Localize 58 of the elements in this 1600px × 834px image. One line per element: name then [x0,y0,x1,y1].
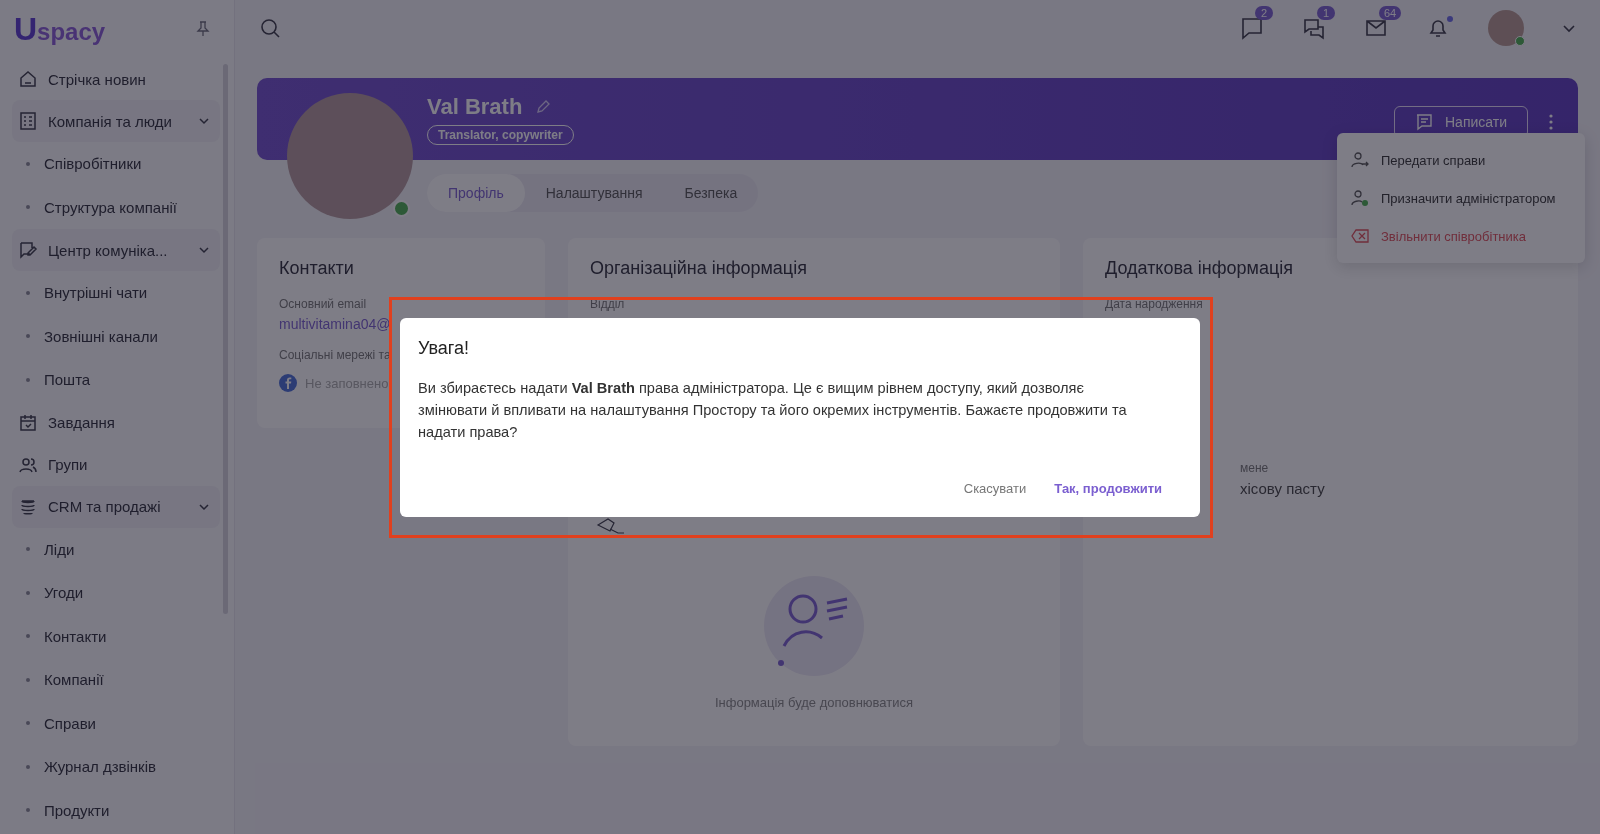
chat-icon[interactable] [1240,16,1264,40]
sidebar-subitem[interactable]: Угоди [12,571,220,615]
sidebar-item[interactable]: Компанія та люди [12,100,220,142]
profile-tab[interactable]: Профіль [427,174,525,212]
sidebar-subitem[interactable]: Структура компанії [12,185,220,229]
chevron-icon[interactable] [198,115,210,127]
menu-item-icon [18,412,38,433]
edit-icon[interactable] [536,100,551,114]
logo[interactable]: Uspacy [14,10,106,48]
menu-item-icon [18,111,38,131]
count-badge: 1 [1317,6,1335,20]
sidebar-item[interactable]: Центр комуніка... [12,229,220,271]
pin-icon[interactable] [196,21,210,37]
profile-tab[interactable]: Налаштування [524,174,664,212]
sidebar-subitem[interactable]: Пошта [12,358,220,402]
dialog-title: Увага! [418,338,470,359]
menu-item[interactable]: Звільнити співробітника [1337,217,1585,255]
sidebar-subitem[interactable]: Зовнішні канали [12,314,220,358]
sidebar-item[interactable]: CRM та продажі [12,485,220,528]
user-check-icon [1351,189,1369,207]
field-label: мене [1240,461,1270,475]
sidebar-item[interactable]: Стрічка новин [12,58,220,100]
card-title: Додаткова інформація [1105,258,1295,279]
profile-tab[interactable]: Безпека [663,174,759,212]
sidebar-subitem[interactable]: Продукти [12,788,220,832]
menu-item-icon [18,240,38,260]
menu-item[interactable]: Призначити адміністратором [1337,179,1585,217]
field-label: Основний email [279,297,368,311]
sidebar-item[interactable]: Групи [12,443,220,486]
profile-name: Val Brath [427,94,523,120]
field-label: Дата народження [1105,297,1204,311]
cancel-button[interactable]: Скасувати [953,473,1037,504]
field-value: хісову пасту [1240,480,1326,497]
sidebar-item[interactable]: Завдання [12,401,220,444]
card-title: Організаційна інформація [590,258,808,279]
user-arrow-icon [1351,151,1369,169]
sidebar-subitem[interactable]: Контакти [12,614,220,658]
menu-item[interactable]: Передати справи [1337,141,1585,179]
sidebar-subitem[interactable]: Компанії [12,658,220,702]
facebook-icon[interactable] [279,374,297,392]
confirm-button[interactable]: Так, продовжити [1044,473,1172,504]
more-icon[interactable] [1548,113,1554,131]
sidebar-subitem[interactable]: Співробітники [12,142,220,186]
sidebar-subitem[interactable]: Внутрішні чати [12,271,220,315]
sidebar-subitem[interactable]: Ліди [12,527,220,571]
chats-icon[interactable] [1302,16,1326,40]
sidebar-subitem[interactable]: Журнал дзвінків [12,745,220,789]
remove-icon [1351,227,1369,245]
message-icon [1415,113,1433,131]
count-badge: 64 [1379,6,1402,20]
chevron-icon[interactable] [198,244,210,256]
sidebar-subitem[interactable]: Справи [12,701,220,745]
dialog-message: Ви збираєтесь надати Val Brath права адміністратора. Це є вищим рівнем доступу, який дозволяє змінювати й впливати на налаштування Простору та його окремих інструментів. Бажаєте продовжити та надати права? [418,379,1128,442]
search-icon[interactable] [259,17,281,39]
user-avatar[interactable] [1488,10,1524,46]
card-title: Контакти [279,258,355,279]
menu-item-icon [18,69,38,89]
count-badge: 2 [1255,6,1273,20]
